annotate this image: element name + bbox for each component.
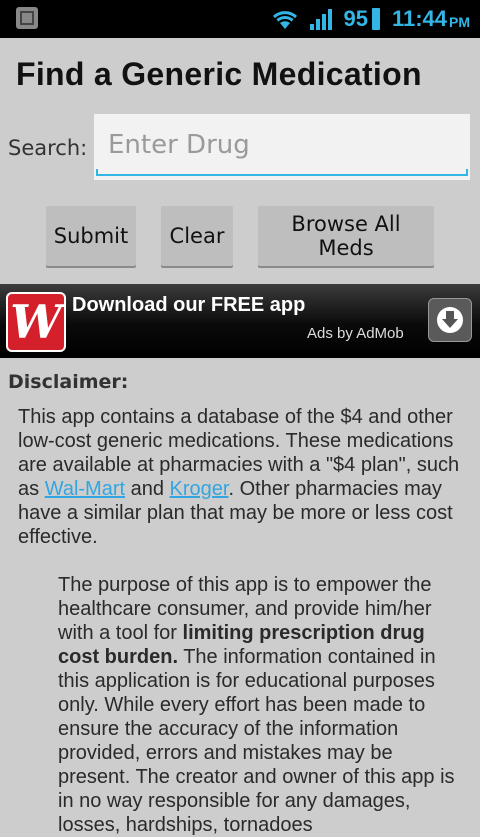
signal-icon <box>310 9 333 30</box>
page-title: Find a Generic Medication <box>16 56 422 92</box>
disclaimer-paragraph-2: The purpose of this app is to empower th… <box>18 573 466 837</box>
ad-attribution: Ads by AdMob <box>307 325 404 342</box>
search-input[interactable] <box>94 114 470 176</box>
battery-icon <box>371 8 380 30</box>
kroger-link[interactable]: Kroger <box>170 478 229 500</box>
walgreens-logo-icon[interactable]: W <box>6 292 66 352</box>
download-icon[interactable] <box>428 298 472 342</box>
search-label: Search: <box>8 136 88 160</box>
chip-icon <box>16 7 40 31</box>
clock-time: 11:44 <box>391 6 447 31</box>
disclaimer-body: This app contains a database of the $4 a… <box>18 405 466 837</box>
search-underline <box>96 169 468 176</box>
status-bar: 95 11:44 PM <box>0 0 480 38</box>
walmart-link[interactable]: Wal-Mart <box>45 478 125 500</box>
submit-button[interactable]: Submit <box>46 206 136 266</box>
battery-level: 95 <box>343 6 368 31</box>
browse-all-meds-button[interactable]: Browse All Meds <box>258 206 434 266</box>
clock-ampm: PM <box>449 14 470 30</box>
search-field-container[interactable] <box>94 114 470 180</box>
ad-banner[interactable]: W Download our FREE app Ads by AdMob <box>0 284 480 358</box>
disclaimer-text: The information contained in this applic… <box>58 646 455 836</box>
clear-button[interactable]: Clear <box>161 206 233 266</box>
disclaimer-text: and <box>125 478 170 500</box>
ad-headline[interactable]: Download our FREE app <box>72 294 305 317</box>
wifi-icon <box>273 11 298 29</box>
disclaimer-heading: Disclaimer: <box>8 371 129 393</box>
disclaimer-paragraph-1: This app contains a database of the $4 a… <box>18 405 466 549</box>
